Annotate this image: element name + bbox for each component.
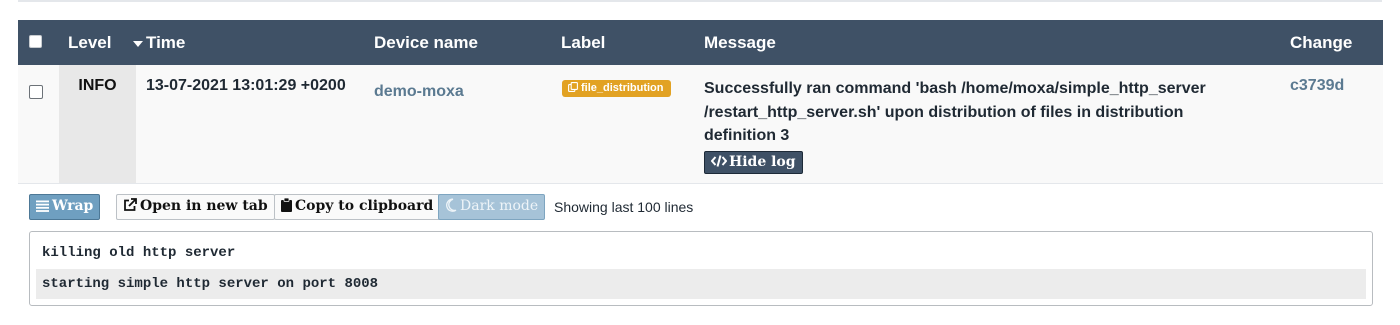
copy-clipboard-label: Copy to clipboard xyxy=(295,198,434,214)
hide-log-button[interactable]: Hide log xyxy=(704,150,803,174)
column-header-time[interactable]: Time xyxy=(133,20,185,65)
hide-log-label: Hide log xyxy=(729,153,796,170)
label-badge[interactable]: file_distribution xyxy=(562,80,671,97)
column-header-time-label: Time xyxy=(146,33,186,52)
column-header-message[interactable]: Message xyxy=(704,20,776,65)
select-all-checkbox[interactable] xyxy=(29,35,42,48)
log-line: starting simple http server on port 8008 xyxy=(36,269,1366,299)
level-cell: INFO xyxy=(59,65,136,183)
clipboard-icon xyxy=(281,197,292,212)
device-link[interactable]: demo-moxa xyxy=(374,83,464,101)
log-output: killing old http server starting simple … xyxy=(29,231,1373,306)
table-row: INFO 13-07-2021 13:01:29 +0200 demo-moxa… xyxy=(18,65,1383,184)
wrap-button[interactable]: Wrap xyxy=(29,194,101,220)
change-link[interactable]: c3739d xyxy=(1290,77,1344,95)
lines-icon xyxy=(36,200,49,212)
showing-lines-text: Showing last 100 lines xyxy=(554,199,694,215)
column-header-change[interactable]: Change xyxy=(1290,20,1352,65)
table-header: Level Time Device name Label Message Cha… xyxy=(18,20,1383,65)
open-new-tab-button[interactable]: Open in new tab xyxy=(116,194,275,220)
dark-mode-button[interactable]: Dark mode xyxy=(438,194,546,220)
copy-clipboard-button[interactable]: Copy to clipboard xyxy=(274,194,441,220)
file-copy-icon xyxy=(568,82,578,92)
column-header-device[interactable]: Device name xyxy=(374,20,478,65)
dark-mode-label: Dark mode xyxy=(460,198,539,214)
code-icon xyxy=(710,154,728,167)
column-header-label[interactable]: Label xyxy=(561,20,605,65)
message-text: Successfully ran command 'bash /home/mox… xyxy=(704,80,1206,144)
message-cell: Successfully ran command 'bash /home/mox… xyxy=(704,77,1244,174)
moon-icon xyxy=(446,198,457,212)
row-select-checkbox[interactable] xyxy=(29,85,43,99)
sort-desc-icon xyxy=(133,40,143,47)
level-value: INFO xyxy=(78,77,117,94)
external-link-icon xyxy=(124,198,137,211)
log-line: killing old http server xyxy=(42,245,236,261)
wrap-label: Wrap xyxy=(52,198,94,214)
column-header-level[interactable]: Level xyxy=(68,20,111,65)
log-table: Level Time Device name Label Message Cha… xyxy=(18,20,1383,184)
top-divider xyxy=(18,0,1382,2)
label-badge-text: file_distribution xyxy=(581,82,664,94)
open-new-tab-label: Open in new tab xyxy=(140,198,268,214)
time-value: 13-07-2021 13:01:29 +0200 xyxy=(146,77,346,94)
